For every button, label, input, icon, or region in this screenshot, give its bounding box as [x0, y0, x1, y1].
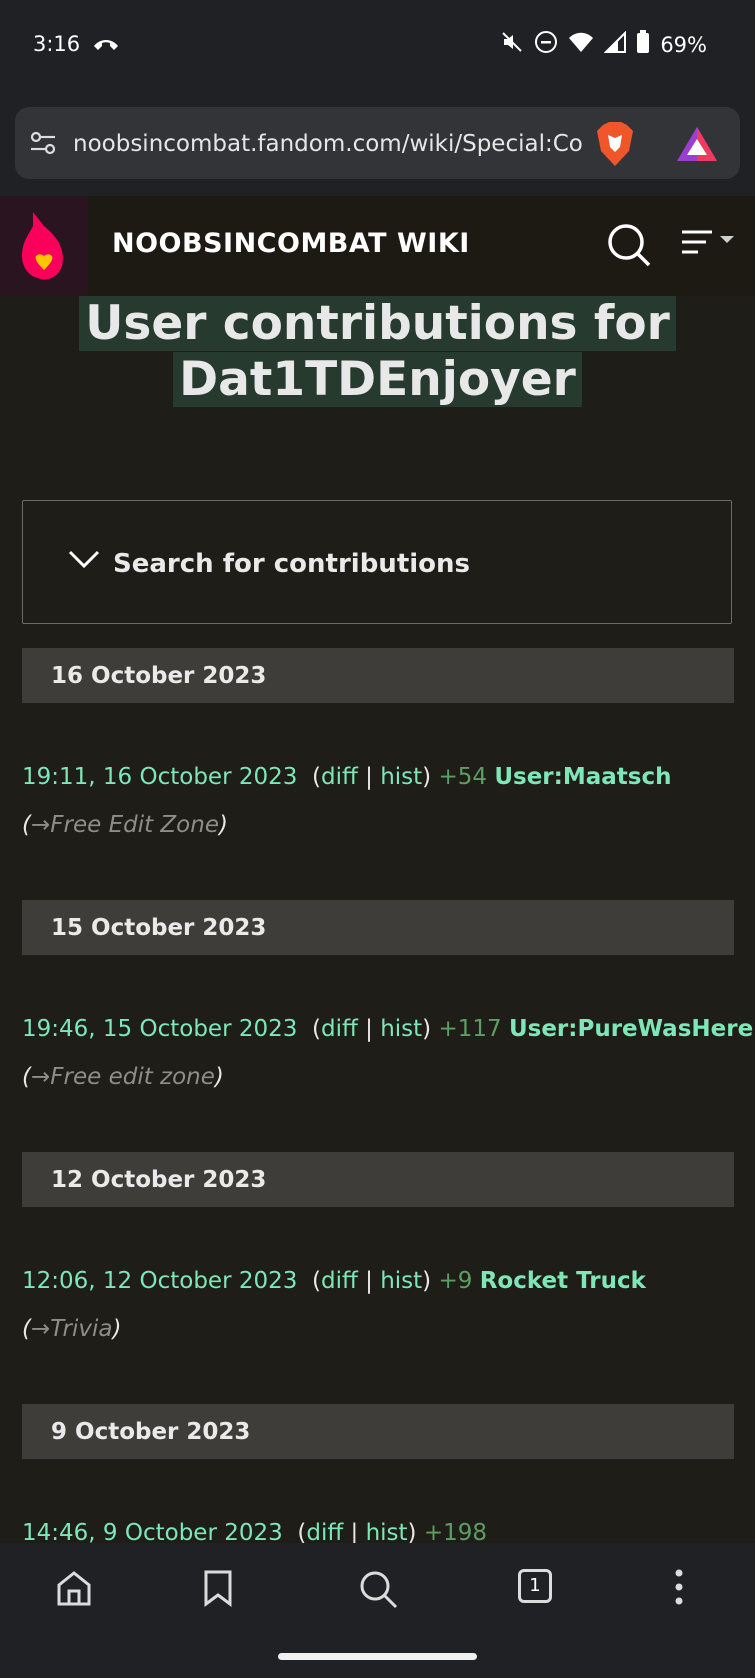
home-indicator[interactable] — [278, 1653, 477, 1660]
search-icon[interactable] — [358, 1569, 398, 1613]
date-header: 15 October 2023 — [22, 900, 734, 955]
page-link[interactable]: Rocket Truck — [480, 1268, 646, 1294]
timestamp-link[interactable]: 19:46, 15 October 2023 — [22, 1016, 297, 1042]
battery-percent: 69% — [660, 32, 707, 57]
timestamp-link[interactable]: 12:06, 12 October 2023 — [22, 1268, 297, 1294]
section-link[interactable]: Trivia — [50, 1316, 112, 1342]
contribution-row: 19:11, 16 October 2023 (diff | hist) +54… — [22, 764, 672, 790]
signal-icon — [603, 30, 627, 58]
wiki-header: NOOBSINCOMBAT WIKI — [0, 196, 755, 296]
browser-bottom-bar: 1 — [0, 1543, 755, 1636]
mute-icon — [500, 30, 524, 59]
hist-link[interactable]: hist — [380, 1016, 422, 1042]
phone-call-icon — [92, 34, 120, 58]
section-link[interactable]: Free Edit Zone — [50, 812, 219, 838]
url-text[interactable]: noobsincombat.fandom.com/wiki/Special:Co — [73, 131, 593, 157]
diff-link[interactable]: diff — [321, 1268, 358, 1294]
contribution-row: 12:06, 12 October 2023 (diff | hist) +9 … — [22, 1268, 646, 1294]
page-link[interactable]: User:Maatsch — [494, 764, 671, 790]
do-not-disturb-icon — [534, 30, 558, 59]
timestamp-link[interactable]: 19:11, 16 October 2023 — [22, 764, 297, 790]
diff-link[interactable]: diff — [321, 764, 358, 790]
brave-rewards-icon[interactable] — [675, 125, 719, 167]
search-icon[interactable] — [606, 222, 652, 272]
size-change: +54 — [438, 764, 488, 790]
size-change: +117 — [438, 1016, 502, 1042]
brave-shields-icon[interactable] — [595, 121, 635, 171]
size-change: +9 — [438, 1268, 473, 1294]
contribution-row: 19:46, 15 October 2023 (diff | hist) +11… — [22, 1016, 754, 1042]
status-icons: 69% — [500, 30, 707, 59]
search-contributions-label[interactable]: Search for contributions — [113, 549, 470, 579]
more-options-icon[interactable] — [674, 1569, 684, 1609]
page-title-line2[interactable]: Dat1TDEnjoyer — [173, 352, 582, 407]
fandom-logo[interactable] — [0, 196, 88, 296]
page-link[interactable]: User:PureWasHere — [509, 1016, 753, 1042]
battery-icon — [636, 30, 650, 59]
address-bar[interactable]: noobsincombat.fandom.com/wiki/Special:Co — [15, 107, 740, 179]
status-time: 3:16 — [33, 32, 81, 56]
date-header: 16 October 2023 — [22, 648, 734, 703]
diff-link[interactable]: diff — [321, 1016, 358, 1042]
section-link[interactable]: Free edit zone — [50, 1064, 215, 1090]
edit-summary: (→Free Edit Zone) — [22, 812, 228, 838]
bookmark-icon[interactable] — [203, 1569, 233, 1611]
date-header: 12 October 2023 — [22, 1152, 734, 1207]
page-title-line1: User contributions for — [79, 296, 676, 351]
edit-summary: (→Free edit zone) — [22, 1064, 224, 1090]
tab-switcher-button[interactable]: 1 — [518, 1569, 552, 1603]
site-settings-icon[interactable] — [29, 130, 57, 160]
hist-link[interactable]: hist — [380, 764, 422, 790]
chevron-down-icon[interactable] — [67, 549, 101, 577]
date-header: 9 October 2023 — [22, 1404, 734, 1459]
home-icon[interactable] — [55, 1569, 93, 1611]
menu-icon[interactable] — [680, 226, 738, 264]
edit-summary: (→Trivia) — [22, 1316, 122, 1342]
page-title: User contributions for Dat1TDEnjoyer — [0, 296, 755, 408]
wifi-icon — [568, 31, 594, 58]
hist-link[interactable]: hist — [380, 1268, 422, 1294]
status-bar: 3:16 69% — [0, 0, 755, 96]
browser-toolbar: noobsincombat.fandom.com/wiki/Special:Co — [0, 96, 755, 196]
wiki-name[interactable]: NOOBSINCOMBAT WIKI — [112, 228, 470, 259]
search-contributions-panel[interactable]: Search for contributions — [22, 500, 732, 624]
gesture-bar — [0, 1635, 755, 1678]
